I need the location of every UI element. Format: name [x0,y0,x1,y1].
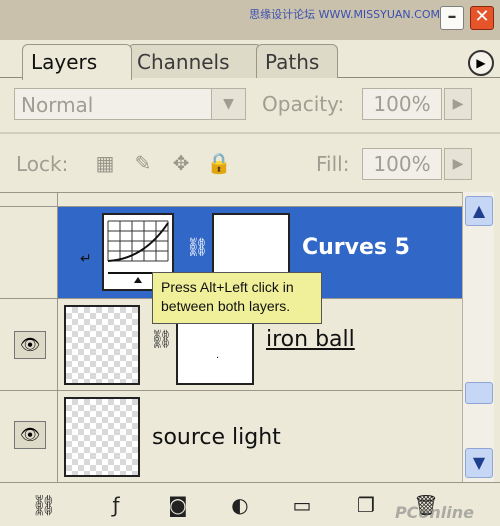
layers-bottom-toolbar: ⛓ ƒ ◙ ◐ ▭ ❐ 🗑 PConline [0,482,500,526]
adjustment-layer-icon[interactable]: ◐ [226,491,254,519]
layer-thumbnail[interactable] [64,305,140,385]
layer-thumbnail[interactable] [64,397,140,477]
mask-dot: · [216,353,220,364]
scroll-up-icon[interactable]: ▲ [465,196,493,226]
layer-row-partial [0,193,462,207]
lock-label: Lock: [16,152,69,176]
layer-name[interactable]: source light [152,425,281,450]
visibility-toggle[interactable] [0,207,58,298]
panel-tabs: Channels Paths Layers ▶ [0,40,500,80]
lock-fill-row: Lock: ▦ ✎ ✥ 🔒 Fill: 100% ▶ [0,144,500,184]
fill-label: Fill: [316,152,350,176]
new-group-icon[interactable]: ▭ [288,491,316,519]
minimize-icon[interactable]: – [440,6,464,30]
layer-style-icon[interactable]: ƒ [102,491,130,519]
chevron-down-icon[interactable]: ▼ [211,89,245,119]
lock-brush-icon[interactable]: ✎ [130,150,156,176]
layer-name[interactable]: Curves 5 [302,235,410,260]
eye-icon[interactable]: 👁 [14,331,46,359]
fill-arrow-icon[interactable]: ▶ [444,148,472,180]
visibility-toggle[interactable]: 👁 [0,299,58,390]
link-icon[interactable]: ⛓ [186,237,209,258]
tab-layers[interactable]: Layers [22,44,132,80]
layers-scrollbar[interactable]: ▲ ▼ [462,192,494,482]
panel-menu-icon[interactable]: ▶ [468,50,494,76]
watermark: 思缘设计论坛 WWW.MISSYUAN.COM [249,8,440,21]
lock-transparency-icon[interactable]: ▦ [92,150,118,176]
clip-arrow-icon: ↵ [80,251,92,267]
eye-icon[interactable]: 👁 [14,421,46,449]
blend-mode-value: Normal [21,93,94,117]
watermark: PConline [394,503,474,522]
tab-paths[interactable]: Paths [256,44,338,78]
close-icon[interactable]: ✕ [470,6,494,30]
opacity-arrow-icon[interactable]: ▶ [444,88,472,120]
opacity-field[interactable]: 100% [362,88,442,120]
scroll-down-icon[interactable]: ▼ [465,448,493,478]
layer-name[interactable]: iron ball [266,327,355,352]
title-bar: 思缘设计论坛 WWW.MISSYUAN.COM – ✕ [0,0,500,40]
add-mask-icon[interactable]: ◙ [164,491,192,519]
layers-list: ↵ ⛓ Curves 5 👁 ⛓ · iron ball 👁 source li… [0,192,462,482]
layer-row-source-light[interactable]: 👁 source light [0,391,462,482]
new-layer-icon[interactable]: ❐ [352,491,380,519]
divider [0,132,500,134]
opacity-label: Opacity: [262,92,345,116]
link-layers-icon[interactable]: ⛓ [30,491,58,519]
lock-all-icon[interactable]: 🔒 [206,150,232,176]
tab-channels[interactable]: Channels [128,44,262,78]
blend-options-row: Normal ▼ Opacity: 100% ▶ [0,86,500,122]
fill-field[interactable]: 100% [362,148,442,180]
eye-box[interactable] [0,193,58,206]
link-icon[interactable]: ⛓ [150,329,173,350]
lock-move-icon[interactable]: ✥ [168,150,194,176]
tooltip: Press Alt+Left click in between both lay… [152,272,322,324]
scroll-thumb[interactable] [465,382,493,404]
blend-mode-select[interactable]: Normal ▼ [14,88,246,120]
visibility-toggle[interactable]: 👁 [0,391,58,482]
